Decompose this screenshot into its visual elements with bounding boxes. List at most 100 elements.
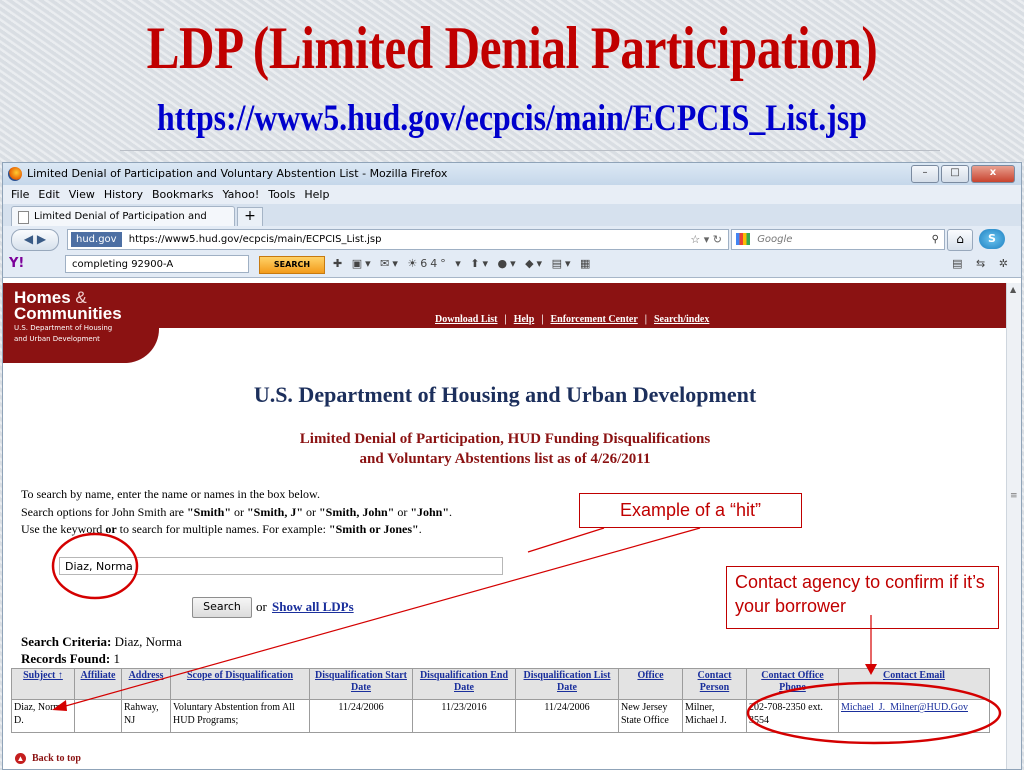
slide-subtitle: https://www5.hud.gov/ecpcis/main/ECPCIS_… [157, 98, 867, 139]
menu-edit[interactable]: Edit [38, 185, 59, 204]
menu-help[interactable]: Help [304, 185, 329, 204]
records-label: Records Found: [21, 651, 111, 666]
column-end-date[interactable]: Disqualification End Date [412, 668, 516, 700]
home-icon[interactable]: ⌂ [947, 229, 973, 251]
back-forward-button[interactable]: ◀ ▶ [11, 229, 59, 251]
tab-bar: Limited Denial of Participation and Volu… [3, 204, 1021, 242]
url-text: https://www5.hud.gov/ecpcis/main/ECPCIS_… [128, 234, 382, 245]
back-to-top-link[interactable]: ▲ Back to top [15, 753, 81, 765]
column-contact-person[interactable]: Contact Person [682, 668, 747, 700]
search-icon[interactable]: ⚲ [932, 230, 939, 249]
search-button[interactable]: Search [192, 597, 252, 618]
new-tab-button[interactable]: + [237, 207, 263, 227]
yahoo-logo[interactable]: Y! [9, 255, 47, 273]
records-value: 1 [110, 651, 120, 666]
criteria-label: Search Criteria: [21, 634, 112, 649]
close-button[interactable]: x [971, 165, 1015, 183]
cell-subject: Diaz, Norma D. [11, 699, 75, 733]
yahoo-toolbar: Y! completing 92900-A SEARCH ✚ ▣▾ ✉▾ ☀64… [3, 252, 1021, 278]
scroll-up-icon[interactable]: ▲ [1010, 285, 1016, 294]
column-office[interactable]: Office [618, 668, 683, 700]
nav-separator: | [541, 314, 544, 325]
column-address[interactable]: Address [121, 668, 171, 700]
header-white-area [159, 328, 1007, 368]
maximize-button[interactable]: □ [941, 165, 969, 183]
minimize-button[interactable]: – [911, 165, 939, 183]
criteria-value: Diaz, Norma [111, 634, 182, 649]
nav-separator: | [504, 314, 507, 325]
list-title: Limited Denial of Participation, HUD Fun… [3, 429, 1007, 469]
menu-yahoo[interactable]: Yahoo! [222, 185, 259, 204]
search-engine-placeholder: Google [757, 234, 793, 245]
column-start-date[interactable]: Disqualification Start Date [309, 668, 413, 700]
title-bar: Limited Denial of Participation and Volu… [3, 163, 1021, 185]
up-arrow-icon: ▲ [15, 753, 26, 765]
menu-view[interactable]: View [69, 185, 95, 204]
window-title: Limited Denial of Participation and Volu… [27, 167, 448, 180]
yahoo-search-input[interactable]: completing 92900-A [65, 255, 249, 273]
menu-bar: File Edit View History Bookmarks Yahoo! … [3, 185, 1021, 204]
search-summary: Search Criteria: Diaz, Norma Records Fou… [21, 633, 182, 667]
cell-office: New Jersey State Office [618, 699, 683, 733]
hit-callout: Example of a “hit” [579, 493, 802, 528]
yahoo-search-button[interactable]: SEARCH [259, 256, 325, 274]
column-list-date[interactable]: Disqualification List Date [515, 668, 619, 700]
results-table: Subject ↑ Affiliate Address Scope of Dis… [11, 668, 990, 733]
cell-contact-email[interactable]: Michael_J._Milner@HUD.Gov [838, 699, 990, 733]
window-controls: – □ x [911, 165, 1015, 183]
instruction-line2: Search options for John Smith are "Smith… [21, 504, 453, 519]
list-title-line2: and Voluntary Abstentions list as of 4/2… [359, 451, 651, 467]
google-icon [736, 233, 750, 245]
toolbar-right-icons[interactable]: ▤ ⇆ ✲ [952, 257, 1013, 270]
bookmark-star-icon[interactable]: ☆ ▾ ↻ [690, 230, 722, 249]
firefox-icon [8, 167, 22, 181]
cell-address: Rahway, NJ [121, 699, 171, 733]
toolbar-icons[interactable]: ✚ ▣▾ ✉▾ ☀64° ▾ ⬆▾ ●▾ ◆▾ ▤▾ ▦ [333, 257, 593, 270]
help-link[interactable]: Help [514, 314, 535, 325]
scroll-grip-icon[interactable]: ≡ [1010, 491, 1018, 501]
navigation-bar: ◀ ▶ hud.gov https://www5.hud.gov/ecpcis/… [3, 226, 1021, 252]
menu-tools[interactable]: Tools [268, 185, 295, 204]
page-icon [18, 211, 29, 224]
cell-contact-person: Milner, Michael J. [682, 699, 747, 733]
hud-nav: Download List | Help | Enforcement Center | Se… [435, 314, 709, 325]
show-all-ldps-link[interactable]: Show all LDPs [272, 599, 354, 615]
enforcement-center-link[interactable]: Enforcement Center [550, 314, 637, 325]
column-affiliate[interactable]: Affiliate [74, 668, 122, 700]
site-identity-badge[interactable]: hud.gov [71, 232, 122, 247]
browser-window: Limited Denial of Participation and Volu… [2, 162, 1022, 770]
slide-title: LDP (Limited Denial Participation) [146, 15, 878, 81]
or-label: or [256, 599, 267, 614]
url-bar[interactable]: hud.gov https://www5.hud.gov/ecpcis/main… [67, 229, 729, 250]
cell-contact-phone: 202-708-2350 ext. 3554 [746, 699, 839, 733]
column-contact-phone[interactable]: Contact Office Phone [746, 668, 839, 700]
logo-dept-line1: U.S. Department of Housing [14, 324, 113, 332]
cell-affiliate [74, 699, 122, 733]
table-header-row: Subject ↑ Affiliate Address Scope of Dis… [11, 668, 990, 700]
column-scope[interactable]: Scope of Disqualification [170, 668, 310, 700]
menu-file[interactable]: File [11, 185, 29, 204]
cell-list-date: 11/24/2006 [515, 699, 619, 733]
column-subject[interactable]: Subject ↑ [11, 668, 75, 700]
menu-bookmarks[interactable]: Bookmarks [152, 185, 213, 204]
search-instructions: To search by name, enter the name or nam… [21, 486, 452, 539]
download-list-link[interactable]: Download List [435, 314, 498, 325]
contact-callout: Contact agency to confirm if it’s your b… [726, 566, 999, 629]
search-index-link[interactable]: Search/index [654, 314, 709, 325]
logo-dept-line2: and Urban Development [14, 335, 100, 343]
list-title-line1: Limited Denial of Participation, HUD Fun… [299, 431, 711, 447]
slide-divider [120, 150, 940, 151]
logo-communities: Communities [14, 304, 122, 323]
cell-end-date: 11/23/2016 [412, 699, 516, 733]
cell-scope: Voluntary Abstention from All HUD Progra… [170, 699, 310, 733]
menu-history[interactable]: History [104, 185, 143, 204]
tab-ldp-list[interactable]: Limited Denial of Participation and Volu… [11, 206, 235, 242]
instruction-line1: To search by name, enter the name or nam… [21, 487, 320, 501]
column-contact-email[interactable]: Contact Email [838, 668, 990, 700]
web-search-input[interactable]: Google ⚲ [731, 229, 945, 250]
skype-icon[interactable]: S [979, 229, 1005, 249]
vertical-scrollbar[interactable]: ▲ ≡ [1006, 283, 1021, 769]
web-page: Homes & Communities U.S. Department of H… [3, 283, 1007, 769]
name-search-input[interactable]: Diaz, Norma [59, 557, 503, 575]
department-title: U.S. Department of Housing and Urban Dev… [253, 382, 757, 407]
